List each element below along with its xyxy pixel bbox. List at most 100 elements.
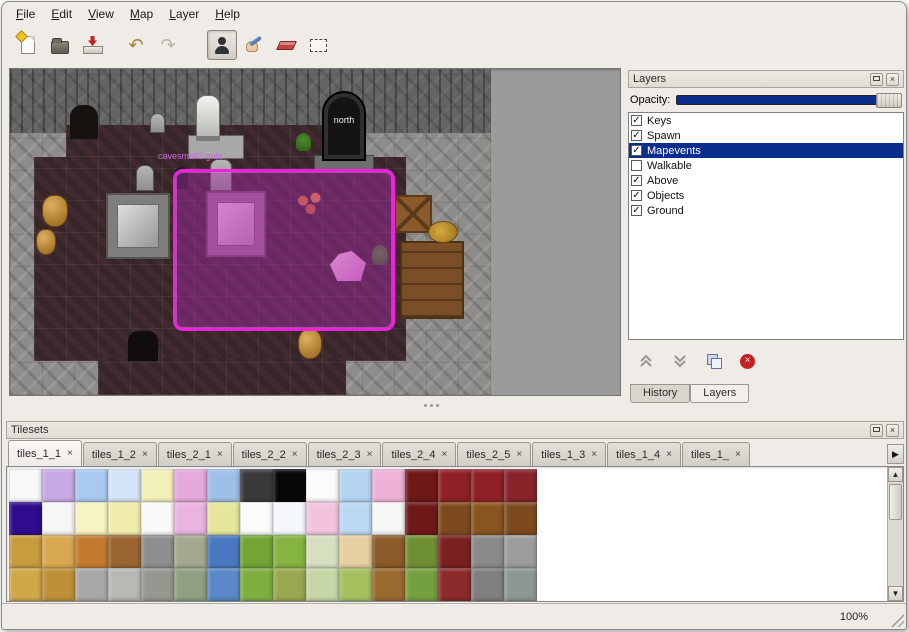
scrollbar-handle[interactable]	[889, 484, 902, 520]
tileset-tile[interactable]	[339, 469, 372, 502]
open-file-button[interactable]	[45, 30, 75, 60]
tileset-tab[interactable]: tiles_1_1×	[8, 440, 82, 466]
tileset-tile[interactable]	[174, 568, 207, 601]
layer-checkbox[interactable]: ✓	[631, 145, 642, 156]
tileset-tab[interactable]: tiles_2_4×	[382, 442, 456, 466]
new-file-button[interactable]	[13, 30, 43, 60]
tileset-tile[interactable]	[141, 568, 174, 601]
tileset-tile[interactable]	[471, 568, 504, 601]
tileset-tile[interactable]	[240, 502, 273, 535]
map-canvas[interactable]: north cavesmall2 gate	[10, 69, 491, 395]
tileset-tile[interactable]	[108, 568, 141, 601]
tileset-tile[interactable]	[471, 502, 504, 535]
layer-row-walkable[interactable]: Walkable	[629, 158, 903, 173]
selection-rectangle[interactable]	[173, 169, 395, 331]
tileset-tile[interactable]	[174, 535, 207, 568]
tab-layers[interactable]: Layers	[690, 384, 749, 403]
tileset-tile[interactable]	[174, 469, 207, 502]
layer-checkbox[interactable]: ✓	[631, 205, 642, 216]
tileset-tile[interactable]	[471, 469, 504, 502]
close-icon[interactable]: ×	[442, 450, 448, 460]
layer-checkbox[interactable]: ✓	[631, 115, 642, 126]
layer-row-spawn[interactable]: ✓Spawn	[629, 128, 903, 143]
tileset-tile[interactable]	[504, 535, 537, 568]
layer-row-keys[interactable]: ✓Keys	[629, 113, 903, 128]
map-viewport[interactable]: north cavesmall2 gate	[9, 68, 621, 396]
tileset-tab[interactable]: tiles_2_5×	[457, 442, 531, 466]
horizontal-splitter[interactable]	[2, 398, 622, 414]
tileset-tile[interactable]	[9, 535, 42, 568]
tileset-tile[interactable]	[9, 469, 42, 502]
tileset-tile[interactable]	[372, 502, 405, 535]
tileset-tile[interactable]	[42, 469, 75, 502]
dock-float-button[interactable]	[870, 73, 883, 86]
tileset-tile[interactable]	[240, 535, 273, 568]
tileset-tile[interactable]	[504, 502, 537, 535]
delete-layer-button[interactable]: ×	[740, 354, 755, 369]
opacity-slider-handle[interactable]	[876, 93, 902, 108]
tileset-tile[interactable]	[438, 469, 471, 502]
resize-grip[interactable]	[889, 612, 904, 627]
tileset-tile[interactable]	[504, 568, 537, 601]
tileset-tile[interactable]	[273, 535, 306, 568]
tileset-tile[interactable]	[273, 469, 306, 502]
tileset-tile[interactable]	[504, 469, 537, 502]
tileset-tab[interactable]: tiles_1_×	[682, 442, 750, 466]
tileset-tile[interactable]	[240, 469, 273, 502]
layer-checkbox[interactable]	[631, 160, 642, 171]
duplicate-layer-button[interactable]	[706, 353, 722, 369]
tileset-tile[interactable]	[141, 469, 174, 502]
redo-button[interactable]: ↷	[153, 30, 183, 60]
raise-layer-button[interactable]	[638, 354, 654, 368]
menu-edit[interactable]: Edit	[43, 4, 80, 24]
close-icon[interactable]: ×	[367, 450, 373, 460]
layer-row-objects[interactable]: ✓Objects	[629, 188, 903, 203]
tileset-tile[interactable]	[207, 568, 240, 601]
tileset-tile[interactable]	[75, 568, 108, 601]
close-icon[interactable]: ×	[67, 449, 73, 459]
tileset-tab[interactable]: tiles_2_1×	[158, 442, 232, 466]
layer-checkbox[interactable]: ✓	[631, 190, 642, 201]
menu-layer[interactable]: Layer	[161, 4, 207, 24]
tileset-tile[interactable]	[75, 469, 108, 502]
tileset-tile[interactable]	[405, 568, 438, 601]
tileset-tile[interactable]	[42, 535, 75, 568]
save-file-button[interactable]	[77, 30, 107, 60]
scroll-up-button[interactable]: ▲	[888, 467, 903, 482]
tileset-tile[interactable]	[339, 502, 372, 535]
dock-close-button[interactable]: ×	[886, 424, 899, 437]
tileset-tab[interactable]: tiles_1_4×	[607, 442, 681, 466]
tileset-tile[interactable]	[372, 568, 405, 601]
tileset-tile[interactable]	[9, 502, 42, 535]
tileset-tile[interactable]	[405, 469, 438, 502]
tileset-tile[interactable]	[405, 535, 438, 568]
tileset-scrollbar[interactable]: ▲ ▼	[887, 467, 903, 601]
tileset-tile[interactable]	[207, 502, 240, 535]
close-icon[interactable]: ×	[591, 450, 597, 460]
tileset-tile[interactable]	[306, 469, 339, 502]
tileset-tile[interactable]	[42, 568, 75, 601]
tileset-tile[interactable]	[9, 568, 42, 601]
tileset-tile[interactable]	[438, 502, 471, 535]
tileset-tile[interactable]	[75, 535, 108, 568]
close-icon[interactable]: ×	[292, 450, 298, 460]
tileset-tile[interactable]	[141, 502, 174, 535]
tileset-tile[interactable]	[372, 535, 405, 568]
select-tool-button[interactable]	[303, 30, 333, 60]
tileset-tile[interactable]	[372, 469, 405, 502]
tab-scroll-right-button[interactable]: ▶	[887, 444, 904, 464]
stamp-tool-button[interactable]	[207, 30, 237, 60]
tileset-tile[interactable]	[339, 568, 372, 601]
tileset-tab[interactable]: tiles_1_3×	[532, 442, 606, 466]
tileset-tile[interactable]	[438, 568, 471, 601]
tileset-tile[interactable]	[240, 568, 273, 601]
tileset-tile[interactable]	[108, 535, 141, 568]
menu-view[interactable]: View	[80, 4, 122, 24]
tileset-tile[interactable]	[207, 469, 240, 502]
close-icon[interactable]: ×	[142, 450, 148, 460]
layer-row-mapevents[interactable]: ✓Mapevents	[629, 143, 903, 158]
undo-button[interactable]: ↶	[121, 30, 151, 60]
tileset-tile[interactable]	[306, 502, 339, 535]
tileset-tile[interactable]	[273, 502, 306, 535]
layer-checkbox[interactable]: ✓	[631, 130, 642, 141]
